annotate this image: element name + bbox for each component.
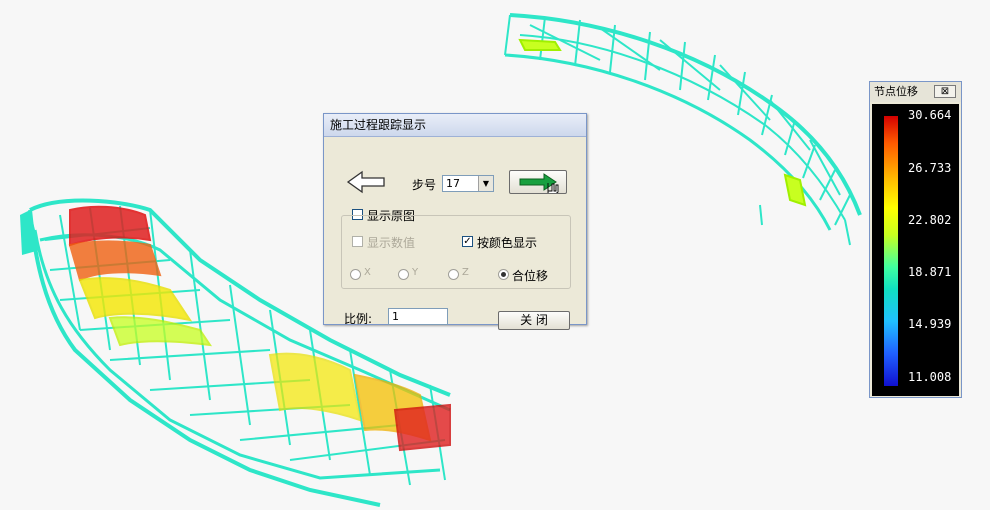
radio-z[interactable] bbox=[448, 269, 459, 280]
dialog-title: 施工过程跟踪显示 bbox=[324, 114, 586, 137]
left-arrow-icon bbox=[346, 170, 385, 194]
legend-tick: 22.802 bbox=[908, 213, 952, 227]
legend-tick: 18.871 bbox=[908, 265, 952, 279]
next-step-button[interactable] bbox=[509, 170, 567, 196]
color-scale-bar bbox=[884, 116, 898, 386]
construction-process-dialog: 施工过程跟踪显示 步号 17 ▼ 显示原图 显示数值 ✓ 按颜色显示 X Y Z… bbox=[323, 113, 587, 330]
step-select[interactable]: 17 ▼ bbox=[442, 175, 494, 192]
radio-total-displacement[interactable] bbox=[498, 269, 509, 280]
radio-x-label: X bbox=[364, 267, 371, 278]
legend-title-bar: 节点位移 ⊠ bbox=[870, 82, 961, 102]
show-values-label: 显示数值 bbox=[367, 236, 416, 250]
legend-tick: 30.664 bbox=[908, 108, 952, 122]
show-values-checkbox[interactable] bbox=[352, 236, 363, 247]
legend-title: 节点位移 bbox=[874, 85, 918, 98]
scale-input[interactable]: 1 bbox=[388, 308, 448, 325]
radio-y[interactable] bbox=[398, 269, 409, 280]
step-label: 步号 bbox=[412, 178, 437, 192]
radio-x[interactable] bbox=[350, 269, 361, 280]
radio-z-label: Z bbox=[462, 267, 469, 278]
step-value: 17 bbox=[446, 177, 460, 190]
color-display-label: 按颜色显示 bbox=[477, 236, 538, 250]
legend-panel: 30.664 26.733 22.802 18.871 14.939 11.00… bbox=[872, 104, 959, 396]
right-arrow-icon bbox=[519, 173, 559, 196]
displacement-legend: 节点位移 ⊠ 30.664 26.733 22.802 18.871 14.93… bbox=[869, 81, 962, 398]
chevron-down-icon: ▼ bbox=[478, 176, 493, 191]
scale-label: 比例: bbox=[344, 312, 373, 326]
close-button[interactable]: 关 闭 bbox=[498, 311, 570, 330]
close-icon[interactable]: ⊠ bbox=[934, 85, 956, 98]
color-display-checkbox[interactable]: ✓ bbox=[462, 236, 473, 247]
legend-tick: 14.939 bbox=[908, 317, 952, 331]
legend-tick: 26.733 bbox=[908, 161, 952, 175]
previous-step-button[interactable] bbox=[344, 169, 390, 195]
legend-tick: 11.008 bbox=[908, 370, 952, 384]
radio-total-label: 合位移 bbox=[512, 269, 549, 283]
radio-y-label: Y bbox=[412, 267, 419, 278]
